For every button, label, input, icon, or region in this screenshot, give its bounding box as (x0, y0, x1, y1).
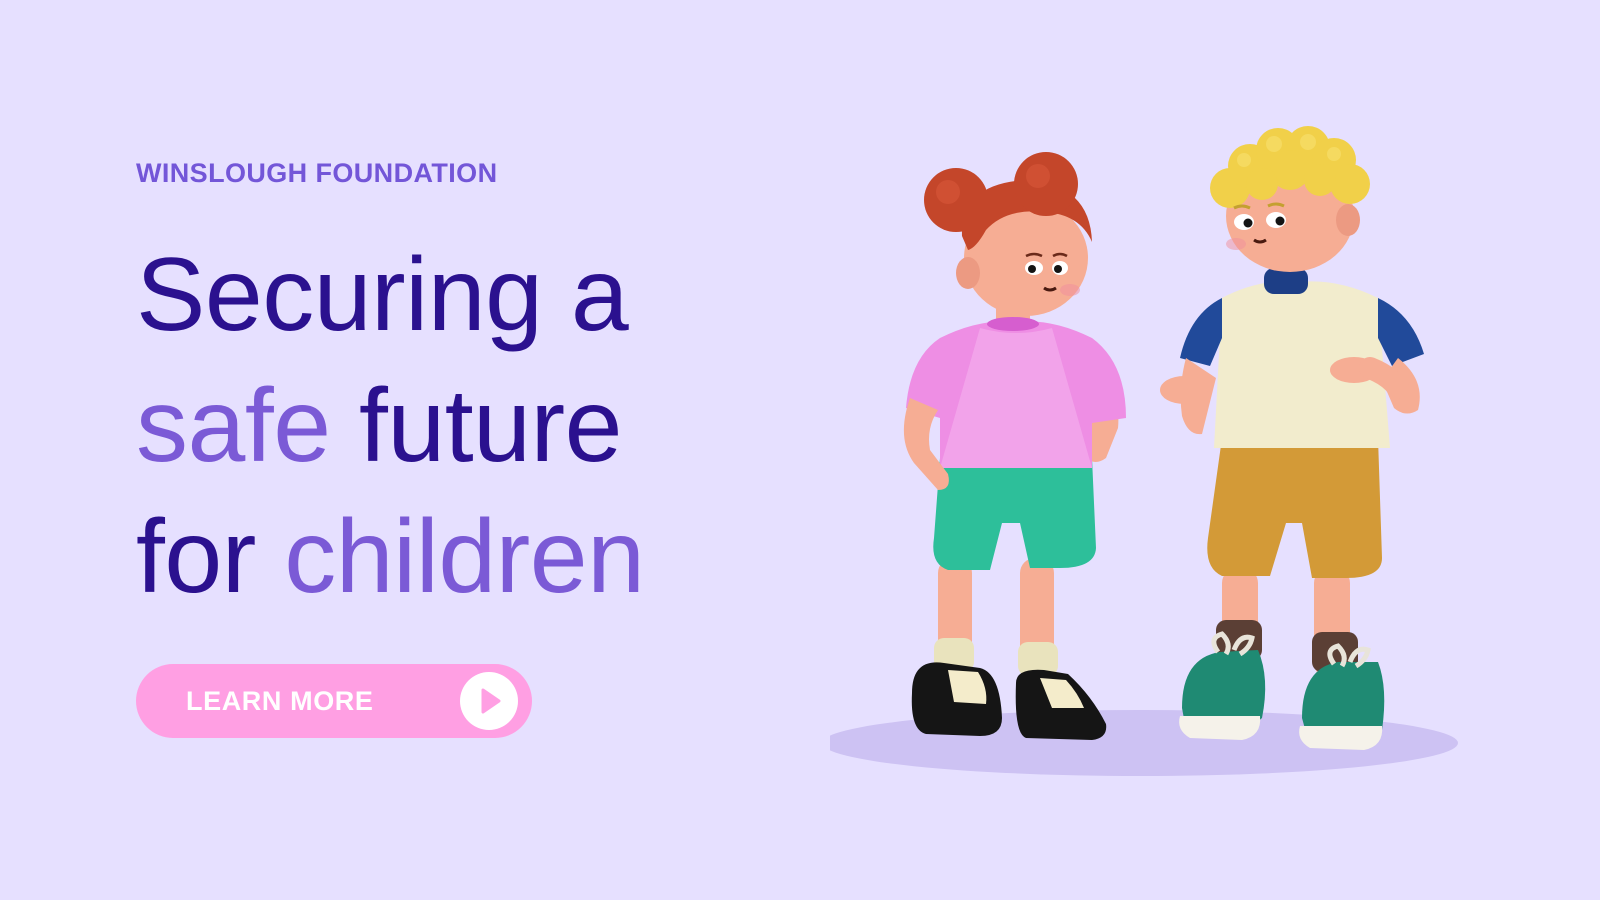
headline: Securing a safe future for children (136, 230, 645, 623)
headline-line-3: for children (136, 492, 645, 623)
play-icon (460, 672, 518, 730)
hero-section: WINSLOUGH FOUNDATION Securing a safe fut… (0, 0, 1600, 900)
learn-more-button[interactable]: LEARN MORE (136, 664, 532, 738)
headline-for: for (136, 499, 285, 615)
girl-figure (903, 152, 1126, 740)
headline-line-1: Securing a (136, 237, 629, 353)
boy-figure (1160, 126, 1424, 750)
headline-line-2: safe future (136, 361, 644, 492)
headline-accent-safe: safe (136, 368, 331, 484)
headline-future: future (330, 368, 622, 484)
learn-more-label: LEARN MORE (186, 686, 374, 716)
brand-name: WINSLOUGH FOUNDATION (136, 158, 498, 188)
headline-accent-children: children (284, 499, 645, 615)
children-illustration (830, 126, 1458, 776)
